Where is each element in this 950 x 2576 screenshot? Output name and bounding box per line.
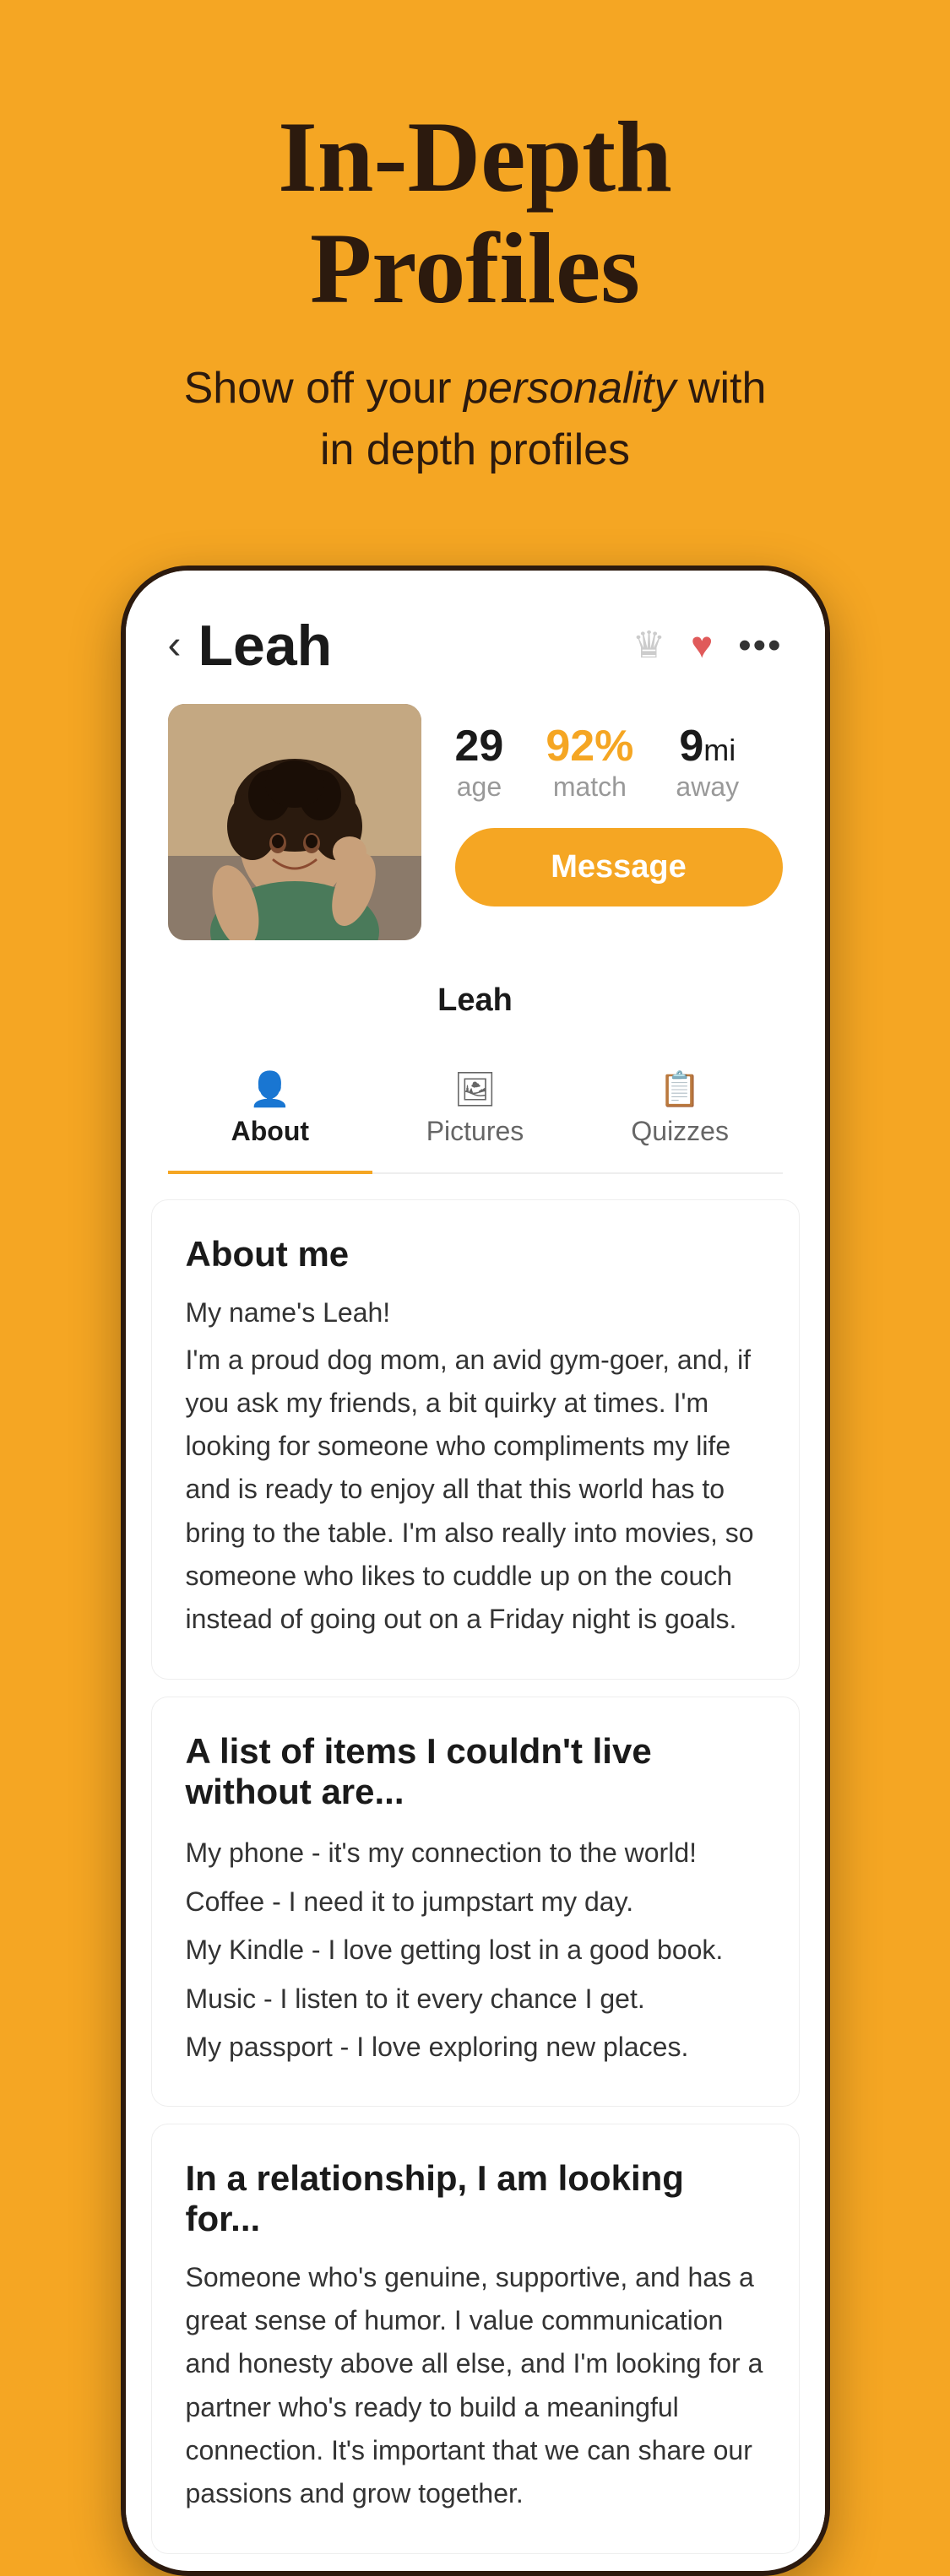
distance-value: 9mi xyxy=(676,721,739,771)
tab-about[interactable]: 👤 About xyxy=(168,1044,373,1172)
about-me-title: About me xyxy=(186,1234,765,1274)
about-me-text: My name's Leah! I'm a proud dog mom, an … xyxy=(186,1291,765,1642)
age-label: age xyxy=(457,771,502,802)
age-stat: 29 age xyxy=(455,721,504,803)
profile-photo xyxy=(168,704,421,940)
about-me-section: About me My name's Leah! I'm a proud dog… xyxy=(151,1199,800,1680)
list-item-1: My phone - it's my connection to the wor… xyxy=(186,1829,765,1878)
profile-sections: About me My name's Leah! I'm a proud dog… xyxy=(126,1199,825,2555)
stats-row: 29 age 92% match 9mi away xyxy=(455,721,783,803)
age-value: 29 xyxy=(455,721,504,771)
distance-label: away xyxy=(676,771,739,802)
message-button[interactable]: Message xyxy=(455,828,783,906)
header-icons: ♛ ♥ ••• xyxy=(632,624,783,667)
distance-stat: 9mi away xyxy=(676,721,739,803)
match-label: match xyxy=(553,771,627,802)
tab-quizzes-label: Quizzes xyxy=(631,1116,729,1146)
profile-stats: 29 age 92% match 9mi away Message xyxy=(455,704,783,906)
tabs: 👤 About 🖼 Pictures 📋 Quizzes xyxy=(168,1044,783,1174)
profile-content: 29 age 92% match 9mi away Message xyxy=(126,704,825,966)
cant-live-without-title: A list of items I couldn't live without … xyxy=(186,1731,765,1812)
list-item-4: Music - I listen to it every chance I ge… xyxy=(186,1975,765,2024)
pictures-icon: 🖼 xyxy=(372,1069,578,1109)
phone-frame: ‹ Leah ♛ ♥ ••• xyxy=(121,566,830,2576)
hero-title: In-DepthProfiles xyxy=(51,101,899,324)
list-item-2: Coffee - I need it to jumpstart my day. xyxy=(186,1878,765,1927)
about-icon: 👤 xyxy=(168,1069,373,1109)
looking-for-section: In a relationship, I am looking for... S… xyxy=(151,2124,800,2554)
list-item-3: My Kindle - I love getting lost in a goo… xyxy=(186,1926,765,1975)
hero-subtitle: Show off your personality within depth p… xyxy=(51,358,899,481)
cant-live-without-list: My phone - it's my connection to the wor… xyxy=(186,1829,765,2072)
crown-icon[interactable]: ♛ xyxy=(632,624,665,667)
profile-name-header: Leah xyxy=(181,613,632,679)
profile-name-below: Leah xyxy=(126,966,825,1044)
tab-about-label: About xyxy=(231,1116,309,1146)
heart-icon[interactable]: ♥ xyxy=(691,625,713,667)
quizzes-icon: 📋 xyxy=(578,1069,783,1109)
tab-pictures-label: Pictures xyxy=(426,1116,524,1146)
more-options-button[interactable]: ••• xyxy=(738,625,782,667)
list-item-5: My passport - I love exploring new place… xyxy=(186,2023,765,2072)
back-button[interactable]: ‹ xyxy=(168,622,182,668)
tab-quizzes[interactable]: 📋 Quizzes xyxy=(578,1044,783,1172)
profile-header: ‹ Leah ♛ ♥ ••• xyxy=(126,571,825,704)
tab-pictures[interactable]: 🖼 Pictures xyxy=(372,1044,578,1172)
cant-live-without-section: A list of items I couldn't live without … xyxy=(151,1697,800,2107)
match-value: 92% xyxy=(546,721,633,771)
looking-for-text: Someone who's genuine, supportive, and h… xyxy=(186,2256,765,2515)
match-stat: 92% match xyxy=(546,721,633,803)
hero-section: In-DepthProfiles Show off your personali… xyxy=(0,0,950,532)
looking-for-title: In a relationship, I am looking for... xyxy=(186,2158,765,2239)
